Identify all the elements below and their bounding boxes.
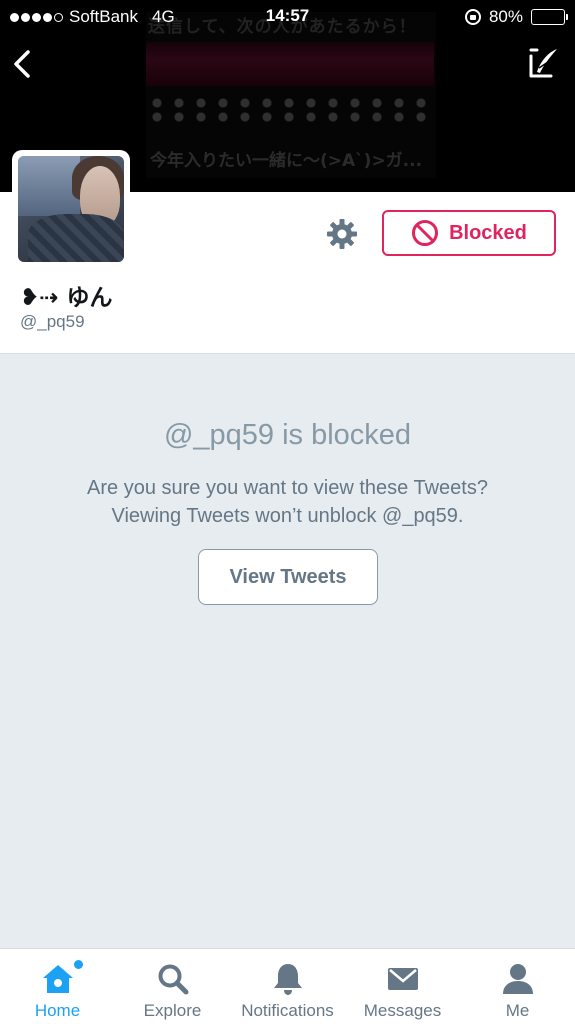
compose-feather-icon xyxy=(529,48,557,78)
avatar-image xyxy=(18,156,124,262)
new-content-dot xyxy=(74,960,83,969)
tab-home-label: Home xyxy=(34,1001,81,1020)
home-icon xyxy=(42,965,73,993)
status-right: 80% xyxy=(464,7,568,27)
envelope-icon xyxy=(387,968,418,990)
blocked-notice-info: Viewing Tweets won’t unblock @_pq59. xyxy=(111,505,464,527)
view-tweets-button[interactable]: View Tweets xyxy=(198,549,378,605)
tab-explore-label: Explore xyxy=(143,1001,202,1020)
tab-me[interactable]: Me xyxy=(460,949,575,1024)
back-button[interactable] xyxy=(8,46,38,82)
gear-icon xyxy=(327,219,357,249)
avatar[interactable] xyxy=(12,150,130,268)
compose-tweet-button[interactable] xyxy=(527,46,561,80)
blocked-button[interactable]: Blocked xyxy=(382,210,556,256)
tab-messages[interactable]: Messages xyxy=(345,949,460,1024)
blocked-notice-title: @_pq59 is blocked xyxy=(163,419,412,451)
blocked-notice-question: Are you sure you want to view these Twee… xyxy=(87,477,488,499)
block-icon xyxy=(412,220,439,246)
banner-text-bottom: 今年入りたい一緒に〜(>A`)>ガ... xyxy=(150,151,423,171)
tab-notifications[interactable]: Notifications xyxy=(230,949,345,1024)
bell-icon xyxy=(273,964,302,995)
status-bar: SoftBank 4G 14:57 80% xyxy=(0,0,575,34)
banner-image-dots xyxy=(146,96,434,124)
tab-explore[interactable]: Explore xyxy=(115,949,230,1024)
person-icon xyxy=(502,964,533,994)
bottom-tab-bar: Home Explore Notifications Messages Me xyxy=(0,948,575,1024)
tab-me-label: Me xyxy=(505,1001,530,1020)
search-icon xyxy=(158,964,188,995)
battery-icon xyxy=(531,9,568,25)
rotation-lock-icon xyxy=(464,9,481,25)
display-name: ❥⇢ ゆん xyxy=(20,285,113,311)
tab-notifications-label: Notifications xyxy=(241,1001,334,1020)
blocked-label: Blocked xyxy=(449,221,527,244)
banner-image-band xyxy=(146,42,434,86)
user-handle: @_pq59 xyxy=(20,312,85,331)
settings-button[interactable] xyxy=(326,218,358,250)
tab-messages-label: Messages xyxy=(363,1001,442,1020)
battery-percent: 80% xyxy=(488,7,523,26)
tab-home[interactable]: Home xyxy=(0,949,115,1024)
chevron-left-icon xyxy=(14,50,30,78)
